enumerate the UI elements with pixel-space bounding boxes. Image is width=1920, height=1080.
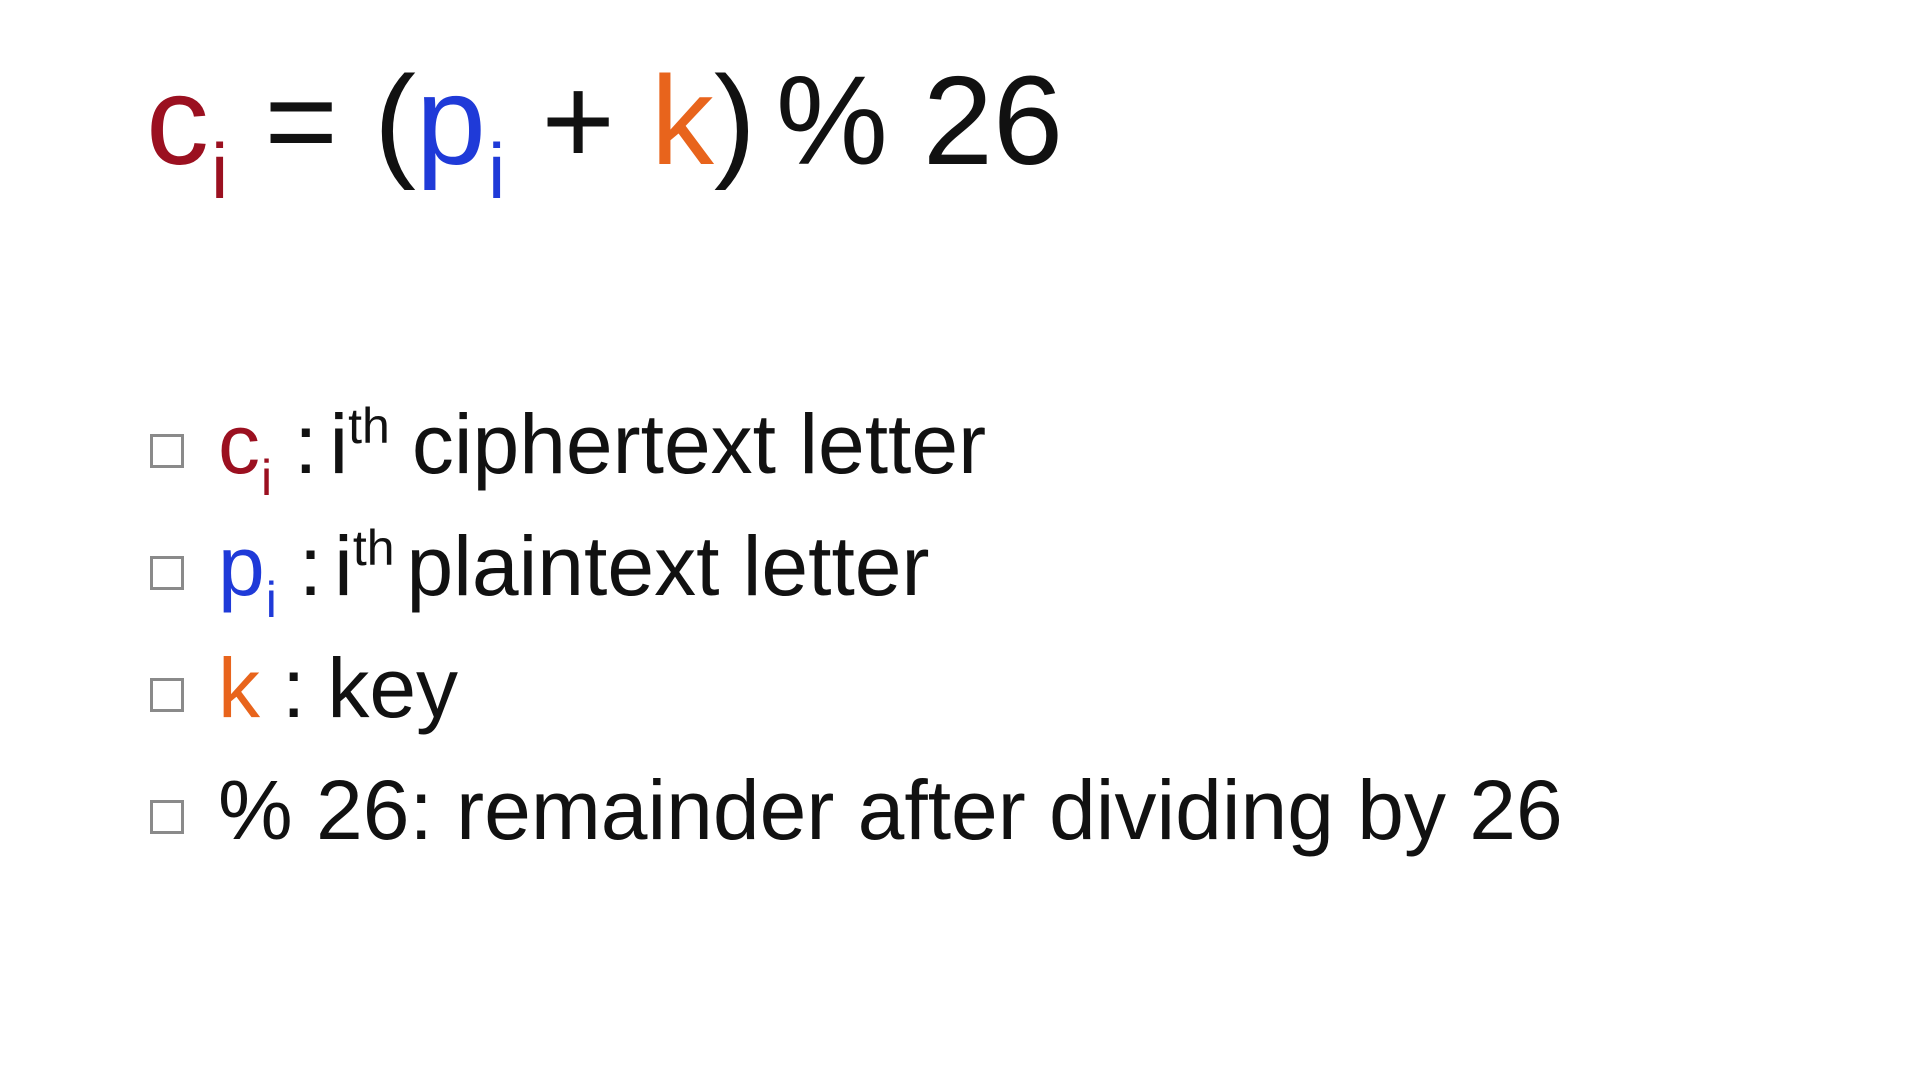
slide: ci = (pi + k)% 26 ci: ith ciphertext letter pi… — [0, 0, 1920, 1080]
ordinal-base: i — [334, 519, 353, 613]
definition-text: plaintext letter — [406, 519, 930, 613]
formula-equals: = — [264, 50, 338, 191]
separator-colon: : — [282, 641, 306, 735]
list-item-content: % 26: remainder after dividing by 26 — [218, 768, 1563, 852]
checkbox-bullet-icon — [150, 678, 184, 712]
formula-p: p — [415, 50, 486, 191]
ordinal-base: i — [329, 397, 349, 491]
list-item-content: pi: ith plaintext letter — [218, 523, 930, 625]
formula-p-subscript: i — [487, 127, 506, 215]
checkbox-bullet-icon — [150, 556, 184, 590]
ordinal-superscript: th — [348, 398, 390, 454]
formula: ci = (pi + k)% 26 — [146, 58, 1063, 211]
symbol-p: p — [218, 519, 265, 613]
list-item-content: ci: ith ciphertext letter — [218, 401, 986, 503]
formula-plus: + — [541, 50, 615, 191]
symbol-k: k — [218, 641, 260, 735]
formula-c: c — [146, 50, 209, 191]
symbol-c-subscript: i — [261, 450, 273, 506]
symbol-c: c — [218, 397, 260, 491]
definition-text: ciphertext letter — [411, 397, 987, 491]
formula-k: k — [650, 50, 714, 191]
checkbox-bullet-icon — [150, 800, 184, 834]
symbol-p-subscript: i — [265, 572, 277, 628]
checkbox-bullet-icon — [150, 434, 184, 468]
formula-mod: % 26 — [775, 50, 1064, 191]
formula-close-paren: ) — [713, 50, 756, 191]
separator-colon: : — [294, 397, 318, 491]
separator-colon: : — [298, 519, 323, 613]
formula-open-paren: ( — [373, 50, 416, 191]
ordinal-superscript: th — [352, 520, 395, 576]
definition-text: key — [327, 641, 459, 735]
definition-text: % 26: remainder after dividing by 26 — [218, 763, 1563, 857]
formula-c-subscript: i — [211, 127, 229, 215]
list-item-content: k: key — [218, 646, 458, 730]
